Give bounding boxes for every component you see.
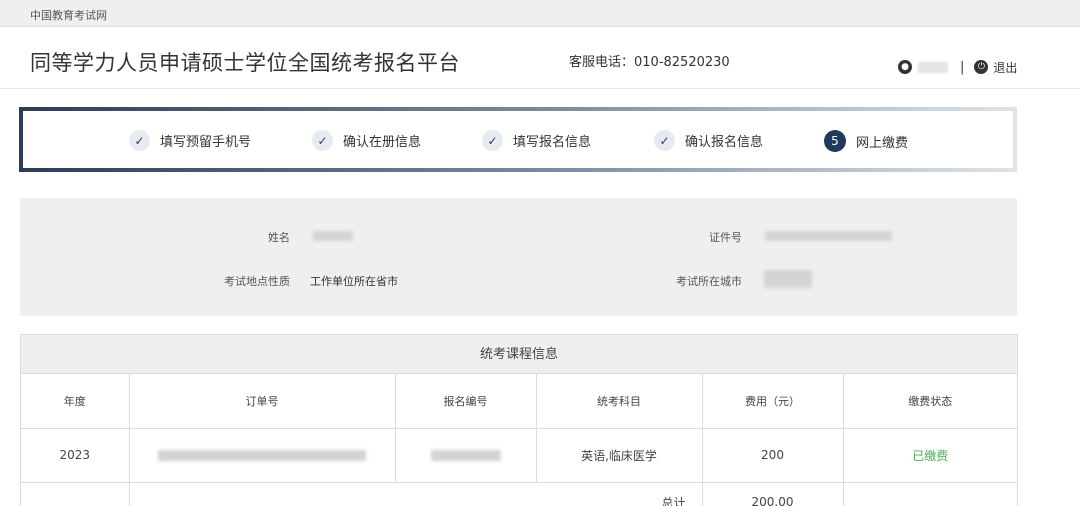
site-type-value: 工作单位所在省市	[310, 275, 398, 288]
step-number: 5	[824, 130, 846, 152]
check-icon: ✓	[129, 130, 150, 151]
step-4: ✓ 确认报名信息	[654, 130, 763, 151]
city-label: 考试所在城市	[676, 275, 742, 288]
check-icon: ✓	[654, 130, 675, 151]
col-order-no: 订单号	[129, 374, 396, 429]
site-name[interactable]: 中国教育考试网	[30, 7, 107, 23]
progress-steps: ✓ 填写预留手机号 ✓ 确认在册信息 ✓ 填写报名信息 ✓ 确认报名信息 5 网…	[19, 107, 1017, 172]
course-info-panel: 统考课程信息 年度 订单号 报名编号 统考科目 费用（元） 缴费状态 2023 …	[20, 334, 1018, 506]
applicant-info: 姓名 证件号 考试地点性质 工作单位所在省市 考试所在城市	[20, 198, 1017, 316]
total-value: 200.00	[702, 482, 844, 506]
reg-no-cell	[395, 428, 537, 483]
service-hotline: 客服电话：010-82520230	[569, 55, 730, 70]
name-value-masked	[313, 231, 353, 241]
user-area: ● | ⏻ 退出	[898, 58, 1017, 76]
step-2: ✓ 确认在册信息	[312, 130, 421, 151]
check-icon: ✓	[312, 130, 333, 151]
top-strip: 中国教育考试网	[0, 0, 1080, 27]
name-label: 姓名	[268, 231, 290, 244]
col-subject: 统考科目	[536, 374, 703, 429]
total-row: 总计 200.00	[21, 482, 1017, 506]
page-title: 同等学力人员申请硕士学位全国统考报名平台	[30, 51, 460, 75]
step-label: 确认在册信息	[343, 135, 422, 150]
year-cell: 2023	[21, 428, 130, 483]
col-fee: 费用（元）	[702, 374, 844, 429]
id-value-masked	[765, 231, 892, 241]
col-year: 年度	[21, 374, 130, 429]
status-badge: 已缴费	[843, 428, 1017, 483]
total-empty	[843, 482, 1017, 506]
check-icon: ✓	[482, 130, 503, 151]
order-no-masked	[158, 450, 366, 461]
course-panel-title: 统考课程信息	[21, 335, 1017, 374]
subject-cell: 英语,临床医学	[536, 428, 703, 483]
divider: |	[960, 59, 965, 75]
col-status: 缴费状态	[843, 374, 1017, 429]
step-label: 确认报名信息	[685, 135, 764, 150]
power-icon[interactable]: ⏻	[974, 60, 989, 74]
user-icon: ●	[898, 60, 912, 74]
reg-no-masked	[430, 450, 501, 461]
table-row: 2023 英语,临床医学 200 已缴费	[21, 428, 1017, 483]
site-type-label: 考试地点性质	[224, 275, 290, 288]
step-1: ✓ 填写预留手机号	[129, 130, 251, 151]
total-spacer	[21, 482, 130, 506]
order-no-cell	[129, 428, 396, 483]
fee-cell: 200	[702, 428, 844, 483]
step-label: 填写预留手机号	[160, 135, 252, 150]
step-3: ✓ 填写报名信息	[482, 130, 591, 151]
city-value-masked	[764, 270, 812, 288]
course-table: 年度 订单号 报名编号 统考科目 费用（元） 缴费状态 2023 英语,临床医学…	[21, 374, 1017, 506]
col-reg-no: 报名编号	[395, 374, 537, 429]
step-label: 网上缴费	[856, 135, 909, 151]
step-5: 5 网上缴费	[824, 130, 908, 152]
header: 同等学力人员申请硕士学位全国统考报名平台 客服电话：010-82520230 ●…	[0, 27, 1080, 89]
logout-link[interactable]: 退出	[993, 59, 1017, 76]
total-label: 总计	[129, 482, 703, 506]
step-label: 填写报名信息	[513, 135, 592, 150]
table-header-row: 年度 订单号 报名编号 统考科目 费用（元） 缴费状态	[21, 374, 1017, 429]
id-label: 证件号	[709, 231, 742, 244]
user-name-masked	[918, 61, 948, 73]
